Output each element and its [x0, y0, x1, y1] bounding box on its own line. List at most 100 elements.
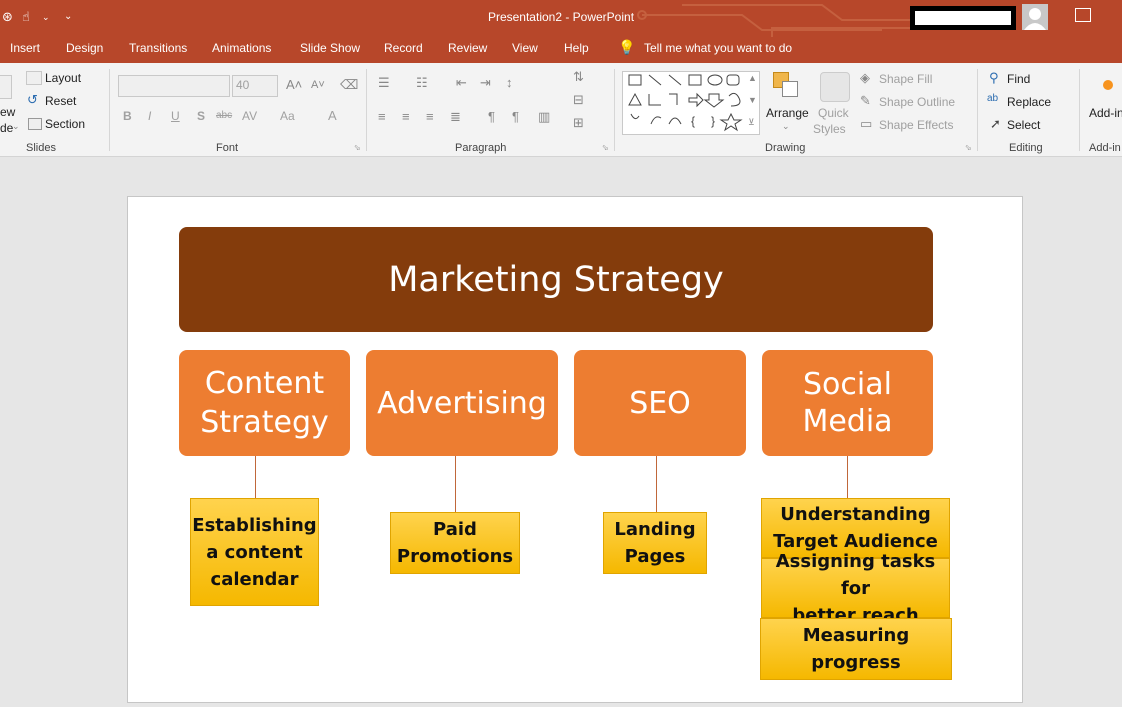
slide-canvas[interactable]: Marketing Strategy Content Strategy Adve…: [127, 196, 1023, 703]
increase-indent-icon[interactable]: ⇥: [480, 75, 491, 91]
subitem-label: progress: [811, 652, 901, 673]
avatar[interactable]: [1022, 4, 1048, 30]
account-name-redacted[interactable]: [910, 6, 1016, 30]
section-button[interactable]: Section: [45, 117, 85, 131]
gallery-up-icon[interactable]: ▲: [748, 73, 757, 83]
convert-smartart-icon[interactable]: ⊞: [573, 115, 584, 131]
subitem-label: Paid: [433, 519, 477, 540]
increase-font-icon[interactable]: A˄: [286, 77, 302, 92]
tab-design[interactable]: Design: [66, 41, 103, 55]
columns-icon[interactable]: ▥: [538, 109, 550, 125]
select-button[interactable]: Select: [1007, 118, 1040, 132]
drawing-dialog-launcher-icon[interactable]: ⬂: [965, 143, 972, 152]
subitem-assigning-tasks[interactable]: Assigning tasks for better reach: [761, 551, 950, 626]
font-name-select[interactable]: [118, 75, 230, 97]
subitem-label: Measuring: [802, 625, 910, 646]
tab-animations[interactable]: Animations: [212, 41, 271, 55]
shadow-button[interactable]: S: [197, 109, 205, 123]
bold-button[interactable]: B: [123, 109, 132, 123]
title-node[interactable]: Marketing Strategy: [179, 227, 933, 332]
arrange-button[interactable]: Arrange: [766, 106, 809, 120]
font-color-button[interactable]: A: [328, 108, 337, 123]
tab-insert[interactable]: Insert: [10, 41, 40, 55]
tab-help[interactable]: Help: [564, 41, 589, 55]
user-icon: [1024, 8, 1046, 30]
divider: [1079, 69, 1080, 151]
clear-format-icon[interactable]: ⌫: [340, 77, 358, 93]
shape-effects-button[interactable]: Shape Effects: [879, 118, 954, 132]
numbering-icon[interactable]: ☷: [416, 75, 428, 91]
tab-transitions[interactable]: Transitions: [129, 41, 187, 55]
gallery-more-icon[interactable]: ⊻: [748, 117, 755, 128]
replace-button[interactable]: Replace: [1007, 95, 1051, 109]
change-case-button[interactable]: Aa: [280, 109, 295, 123]
align-center-icon[interactable]: ≡: [402, 109, 410, 124]
divider: [977, 69, 978, 151]
category-label: Social: [803, 367, 892, 402]
ribbon: ew de ⌄ Layout ↺ Reset Section Slides 40…: [0, 63, 1122, 157]
reset-button[interactable]: Reset: [45, 94, 76, 108]
shape-outline-icon: ✎: [860, 93, 871, 108]
ltr-icon[interactable]: ¶: [488, 109, 495, 124]
layout-button[interactable]: Layout: [45, 71, 81, 85]
align-left-icon[interactable]: ≡: [378, 109, 386, 124]
character-spacing-button[interactable]: AV: [242, 109, 257, 123]
new-slide-dropdown-icon[interactable]: ⌄: [12, 121, 20, 132]
arrange-dropdown-icon[interactable]: ⌄: [782, 121, 790, 132]
new-slide-icon[interactable]: [0, 75, 12, 99]
add-ins-button[interactable]: Add-ins: [1089, 106, 1122, 120]
divider: [614, 69, 615, 151]
drawing-group-label: Drawing: [765, 142, 806, 154]
category-label: Content: [204, 366, 325, 401]
gallery-down-icon[interactable]: ▼: [748, 95, 757, 105]
italic-button[interactable]: I: [148, 109, 151, 123]
quick-styles-button[interactable]: Quick: [818, 106, 849, 120]
subitem-label: a content: [206, 541, 303, 563]
tab-review[interactable]: Review: [448, 41, 487, 55]
category-social-media[interactable]: Social Media: [762, 350, 933, 456]
strikethrough-button[interactable]: abc: [216, 110, 232, 121]
line-spacing-icon[interactable]: ↕: [506, 75, 513, 90]
rtl-icon[interactable]: ¶: [512, 109, 519, 124]
tab-view[interactable]: View: [512, 41, 538, 55]
subitem-content-calendar[interactable]: Establishing a content calendar: [190, 498, 319, 606]
underline-button[interactable]: U: [171, 109, 180, 123]
align-text-icon[interactable]: ⊟: [573, 92, 584, 108]
find-button[interactable]: Find: [1007, 72, 1030, 86]
subitem-landing-pages[interactable]: Landing Pages: [603, 512, 707, 574]
justify-icon[interactable]: ≣: [450, 109, 461, 125]
shapes-gallery[interactable]: {}: [622, 71, 760, 135]
category-advertising[interactable]: Advertising: [366, 350, 558, 456]
category-seo[interactable]: SEO: [574, 350, 746, 456]
tell-me-search[interactable]: Tell me what you want to do: [644, 41, 792, 55]
decrease-font-icon[interactable]: A˅: [311, 79, 325, 91]
text-direction-icon[interactable]: ⇅: [573, 69, 584, 85]
divider: [109, 69, 110, 151]
category-content-strategy[interactable]: Content Strategy: [179, 350, 350, 456]
replace-icon: ab: [987, 93, 999, 104]
connector-line: [847, 456, 848, 498]
shape-outline-button[interactable]: Shape Outline: [879, 95, 955, 109]
shape-fill-button[interactable]: Shape Fill: [879, 72, 932, 86]
font-dialog-launcher-icon[interactable]: ⬂: [354, 143, 361, 152]
tab-slide-show[interactable]: Slide Show: [300, 41, 360, 55]
align-right-icon[interactable]: ≡: [426, 109, 434, 124]
tab-record[interactable]: Record: [384, 41, 423, 55]
connector-line: [255, 456, 256, 498]
new-slide-label[interactable]: ew: [0, 105, 15, 119]
category-label: SEO: [629, 385, 691, 421]
subitem-paid-promotions[interactable]: Paid Promotions: [390, 512, 520, 574]
category-label: Strategy: [200, 405, 329, 440]
decrease-indent-icon[interactable]: ⇤: [456, 75, 467, 91]
subitem-label: Pages: [624, 546, 686, 567]
subitem-measuring-progress[interactable]: Measuring progress: [760, 618, 952, 680]
bullets-icon[interactable]: ☰: [378, 75, 390, 91]
paragraph-dialog-launcher-icon[interactable]: ⬂: [602, 143, 609, 152]
quick-styles-button-2[interactable]: Styles: [813, 122, 846, 136]
category-label: Advertising: [377, 385, 547, 421]
ribbon-display-options-icon[interactable]: [1075, 8, 1091, 22]
subitem-label: Promotions: [396, 546, 514, 567]
subitem-label: calendar: [210, 568, 299, 590]
section-icon: [28, 118, 42, 130]
ribbon-tabs: Insert Design Transitions Animations Sli…: [0, 37, 1122, 63]
